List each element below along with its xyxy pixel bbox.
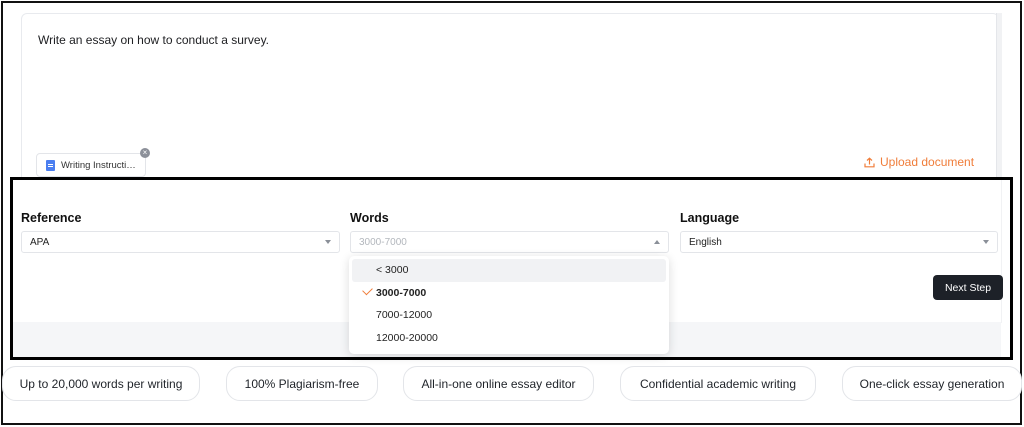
feature-list: Up to 20,000 words per writing 100% Plag…: [0, 366, 1024, 402]
highlight-box: [10, 177, 1013, 360]
prompt-text[interactable]: Write an essay on how to conduct a surve…: [38, 33, 269, 47]
feature-pill: All-in-one online essay editor: [403, 366, 594, 401]
attachment-label: Writing Instructi…: [61, 159, 136, 171]
feature-pill: 100% Plagiarism-free: [226, 366, 378, 401]
upload-icon: [864, 156, 875, 168]
feature-pill: Up to 20,000 words per writing: [2, 366, 200, 401]
prompt-card[interactable]: Write an essay on how to conduct a surve…: [21, 13, 999, 195]
doc-icon: [46, 159, 55, 171]
feature-pill: Confidential academic writing: [620, 366, 816, 401]
close-icon[interactable]: ×: [140, 148, 150, 158]
feature-pill: One-click essay generation: [842, 366, 1022, 401]
upload-document-button[interactable]: Upload document: [864, 155, 974, 169]
upload-label: Upload document: [880, 155, 975, 169]
attachment-chip[interactable]: Writing Instructi… ×: [36, 148, 150, 177]
